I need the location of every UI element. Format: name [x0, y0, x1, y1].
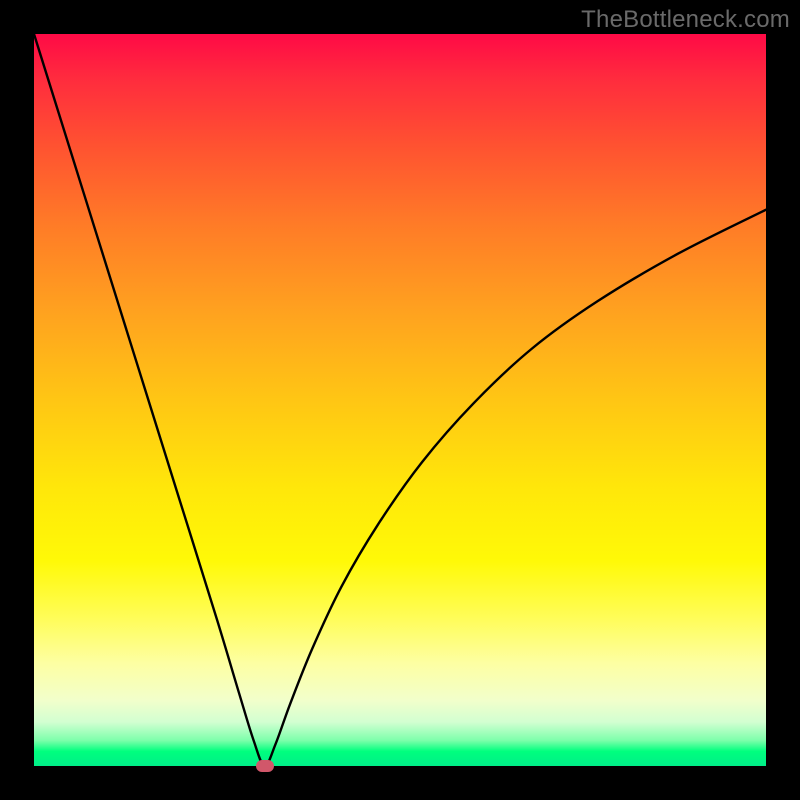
chart-frame: TheBottleneck.com — [0, 0, 800, 800]
bottleneck-curve — [34, 34, 766, 766]
watermark-text: TheBottleneck.com — [581, 6, 790, 34]
minimum-marker — [256, 760, 274, 772]
plot-area — [34, 34, 766, 766]
